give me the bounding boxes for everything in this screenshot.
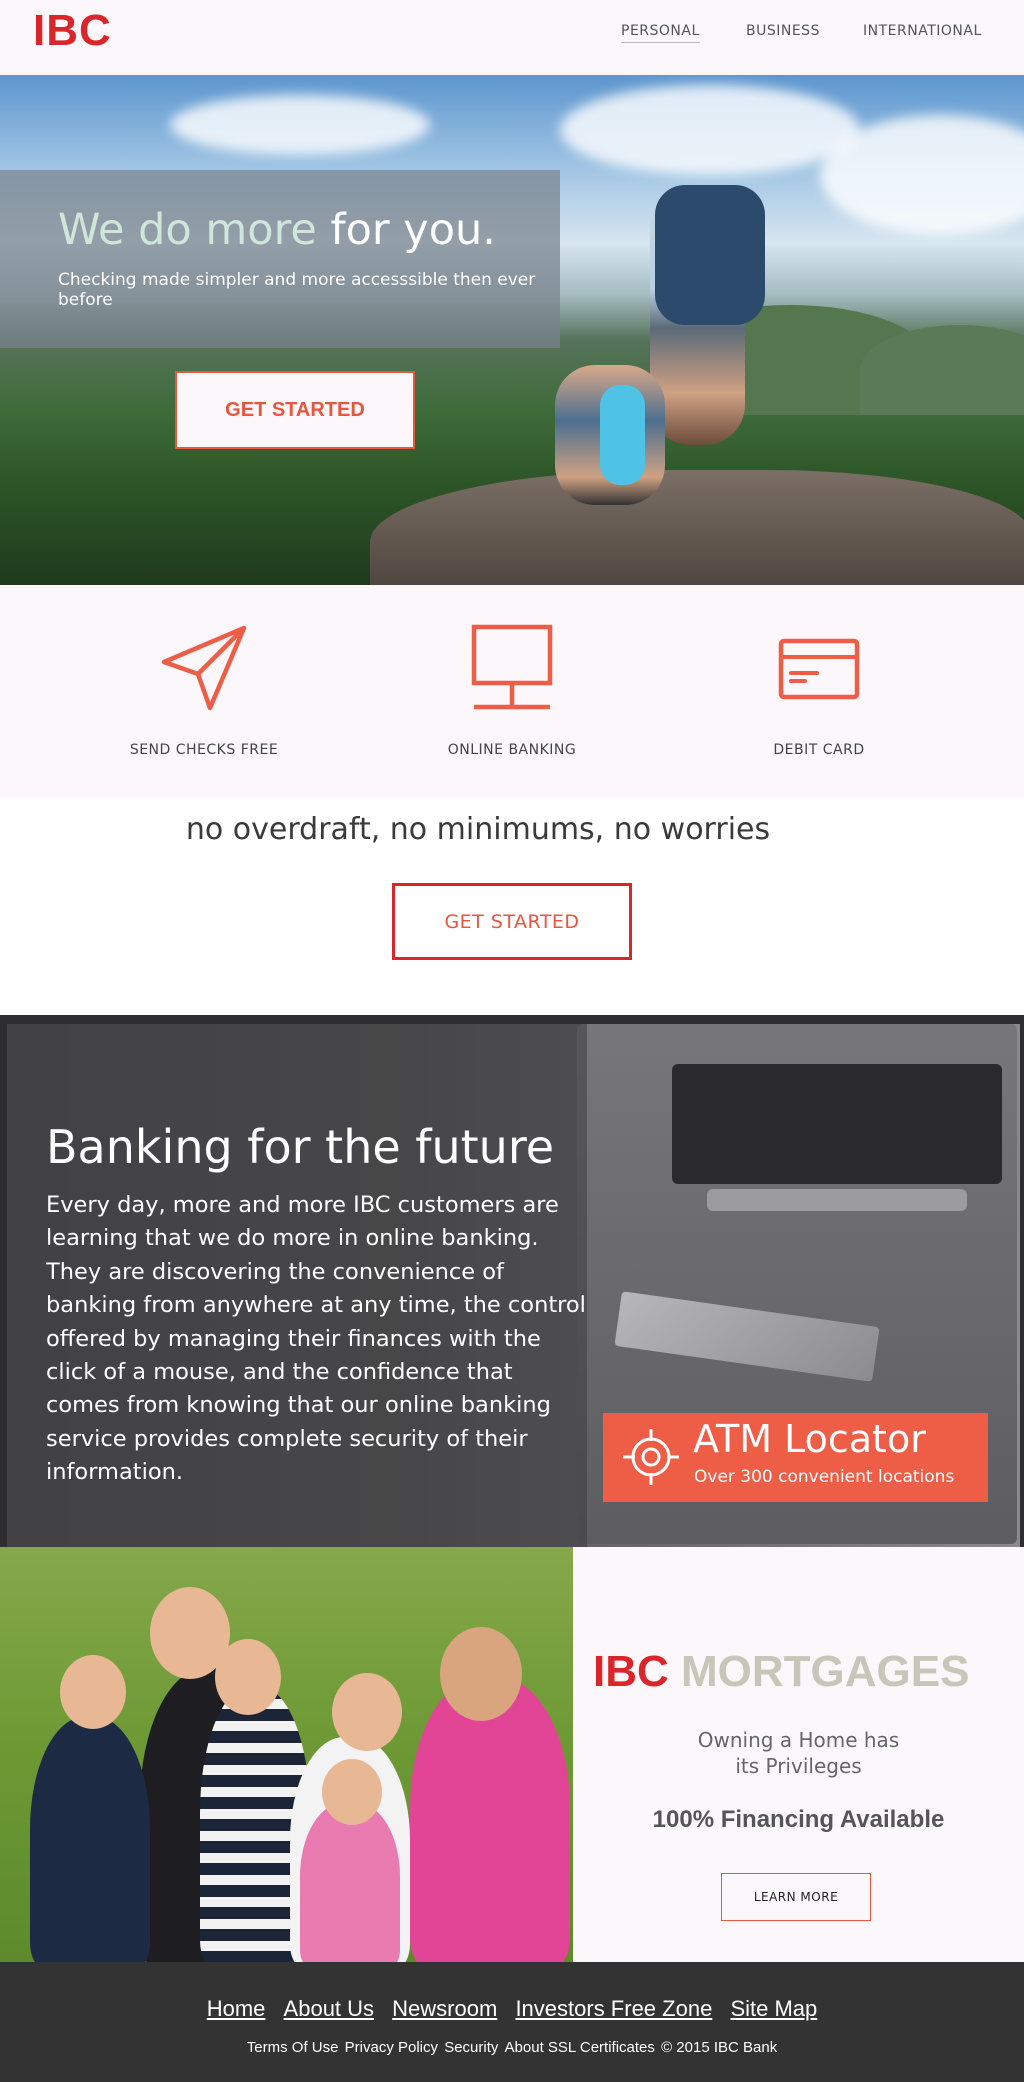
monitor-icon [471, 624, 553, 710]
footer-legal: Terms Of Use Privacy Policy Security Abo… [0, 2039, 1024, 2056]
boy-figure [30, 1717, 150, 1962]
hero-overlay [0, 170, 560, 348]
nav-personal[interactable]: PERSONAL [621, 23, 700, 43]
footer-ssl-link[interactable]: About SSL Certificates [505, 2039, 655, 2056]
feature-send-checks[interactable]: SEND CHECKS FREE [74, 585, 334, 797]
learn-more-button[interactable]: LEARN MORE [721, 1873, 871, 1921]
footer-security-link[interactable]: Security [444, 2039, 498, 2056]
footer-link-sitemap[interactable]: Site Map [730, 1996, 817, 2021]
backpack-graphic [655, 185, 765, 325]
boy-white-head [332, 1673, 402, 1751]
footer-terms-link[interactable]: Terms Of Use [247, 2039, 339, 2056]
mortgage-brand: IBC MORTGAGES [593, 1647, 969, 1697]
banking-title: Banking for the future [46, 1120, 555, 1174]
tagline: no overdraft, no minimums, no worries [185, 812, 771, 847]
crosshair-icon [623, 1429, 679, 1485]
atm-locator-title: ATM Locator [693, 1417, 926, 1461]
feature-debit-card[interactable]: DEBIT CARD [689, 585, 949, 797]
girl-head [322, 1759, 382, 1825]
hero-title-rest: for you. [316, 205, 496, 255]
mortgage-brand-word: MORTGAGES [681, 1647, 970, 1696]
feature-label: DEBIT CARD [773, 742, 865, 758]
site-footer: Home About Us Newsroom Investors Free Zo… [0, 1962, 1024, 2082]
mortgage-line-2: its Privileges [735, 1754, 862, 1778]
banking-body: Every day, more and more IBC customers a… [46, 1192, 586, 1486]
hero-subtitle: Checking made simpler and more accesssib… [58, 270, 536, 310]
feature-label: SEND CHECKS FREE [129, 742, 279, 758]
mortgage-line-1: Owning a Home has [697, 1728, 900, 1752]
site-header: IBC PERSONAL BUSINESS INTERNATIONAL [0, 0, 1024, 75]
family-photo [0, 1547, 573, 1962]
ibc-logo[interactable]: IBC [33, 6, 112, 56]
footer-link-about[interactable]: About Us [284, 1996, 375, 2021]
hero-title: We do more for you. [58, 205, 496, 255]
atm-locator-button[interactable]: ATM Locator Over 300 convenient location… [603, 1413, 988, 1502]
footer-link-investors[interactable]: Investors Free Zone [515, 1996, 712, 2021]
credit-card-icon [778, 638, 860, 700]
atm-slot-graphic [707, 1189, 967, 1211]
nav-business[interactable]: BUSINESS [746, 23, 820, 39]
boy-head [60, 1655, 126, 1729]
footer-link-home[interactable]: Home [207, 1996, 266, 2021]
child-head [215, 1639, 281, 1715]
features-strip: SEND CHECKS FREE ONLINE BANKING DEBIT CA… [0, 585, 1024, 797]
footer-copyright: © 2015 IBC Bank [661, 2039, 778, 2056]
hero-title-accent: We do more [58, 205, 317, 255]
mother-head [440, 1627, 522, 1721]
girl-figure [300, 1802, 400, 1962]
mortgage-brand-ibc: IBC [593, 1647, 669, 1696]
footer-link-newsroom[interactable]: Newsroom [392, 1996, 497, 2021]
paper-plane-icon [161, 625, 247, 711]
page: IBC PERSONAL BUSINESS INTERNATIONAL We d… [0, 0, 1024, 2082]
footer-links: Home About Us Newsroom Investors Free Zo… [0, 1996, 1024, 2022]
rock-graphic [370, 470, 1024, 585]
atm-screen-graphic [672, 1064, 1002, 1184]
feature-label: ONLINE BANKING [447, 742, 577, 758]
atm-locator-subtitle: Over 300 convenient locations [694, 1467, 955, 1487]
cloud-graphic [170, 95, 430, 155]
feature-online-banking[interactable]: ONLINE BANKING [382, 585, 642, 797]
footer-privacy-link[interactable]: Privacy Policy [345, 2039, 438, 2056]
mortgage-panel: IBC MORTGAGES Owning a Home has its Priv… [573, 1547, 1024, 1962]
financing-heading: 100% Financing Available [652, 1806, 945, 1833]
hero-banner: We do more for you. Checking made simple… [0, 75, 1024, 585]
hero-get-started-button[interactable]: GET STARTED [175, 371, 415, 449]
sleeping-mat-graphic [600, 385, 645, 485]
cloud-graphic [560, 85, 860, 175]
get-started-button[interactable]: GET STARTED [392, 883, 632, 960]
nav-international[interactable]: INTERNATIONAL [863, 23, 982, 39]
